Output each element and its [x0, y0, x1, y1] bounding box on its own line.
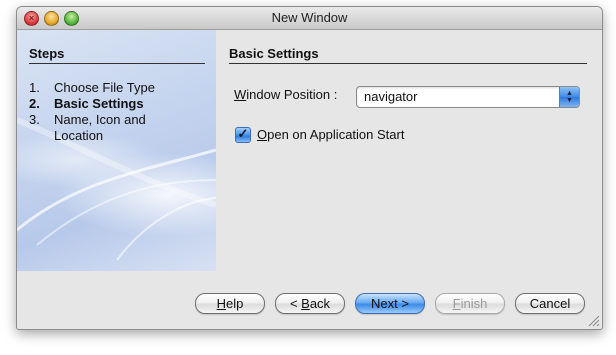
up-down-arrows-icon[interactable]: ▲ ▼	[559, 87, 579, 107]
label-text: pen on Application Start	[267, 127, 405, 142]
step-number: 3.	[29, 112, 40, 127]
mnemonic: O	[257, 127, 268, 142]
mnemonic: W	[234, 87, 247, 102]
step-name-icon-location: 3. Name, Icon and Location	[29, 112, 164, 144]
open-on-start-checkbox[interactable]: ✓	[235, 126, 251, 143]
button-text: Cancel	[529, 296, 571, 311]
button-text: elp	[226, 296, 244, 311]
window-title: New Window	[271, 10, 348, 25]
step-label: Name, Icon and Location	[54, 112, 146, 143]
button-prefix: <	[289, 296, 302, 311]
mnemonic: F	[452, 296, 461, 311]
cancel-button[interactable]: Cancel	[515, 293, 585, 314]
step-basic-settings: 2. Basic Settings	[29, 96, 184, 112]
swoosh-decoration	[17, 117, 216, 261]
steps-divider	[29, 63, 205, 64]
step-choose-file-type: 1. Choose File Type	[29, 80, 184, 96]
finish-button[interactable]: Finish	[435, 293, 505, 314]
step-label: Basic Settings	[54, 96, 144, 111]
panel-divider	[229, 63, 587, 64]
window-position-label: Window Position :	[234, 87, 337, 102]
window-position-select[interactable]: navigator ▲ ▼	[356, 86, 580, 108]
button-text: inish	[460, 296, 488, 311]
select-value: navigator	[364, 89, 418, 104]
button-text: Next >	[371, 296, 409, 311]
button-text: ack	[309, 296, 331, 311]
checkmark-icon: ✓	[237, 126, 249, 141]
title-bar[interactable]: × New Window	[17, 7, 602, 30]
resize-grip-icon[interactable]	[588, 315, 600, 327]
panel-title: Basic Settings	[229, 46, 319, 61]
steps-title: Steps	[29, 46, 65, 61]
steps-panel: Steps 1. Choose File Type 2. Basic Setting…	[17, 30, 216, 271]
next-button[interactable]: Next >	[355, 293, 425, 314]
back-button[interactable]: < Back	[275, 293, 345, 314]
help-button[interactable]: Help	[195, 293, 265, 314]
step-number: 1.	[29, 80, 40, 95]
step-label: Choose File Type	[54, 80, 155, 95]
open-on-start-label[interactable]: Open on Application Start	[257, 127, 404, 142]
mnemonic: B	[301, 296, 310, 311]
new-window-dialog: × New Window Steps 1. Choose File Type 2.…	[16, 6, 603, 330]
mnemonic: H	[216, 296, 227, 311]
label-text: indow Position :	[246, 87, 338, 102]
step-number: 2.	[29, 96, 40, 111]
